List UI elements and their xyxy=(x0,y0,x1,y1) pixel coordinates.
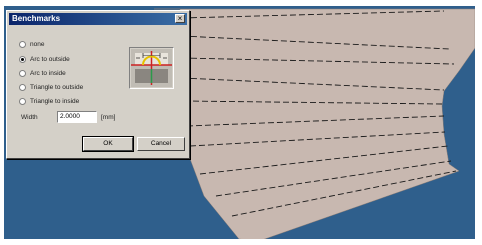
radio-arc-outside[interactable] xyxy=(19,55,26,63)
option-triangle-inside-label: Triangle to inside xyxy=(30,97,80,105)
cancel-button[interactable]: Cancel xyxy=(137,137,185,151)
radio-triangle-inside[interactable] xyxy=(19,97,26,105)
width-field[interactable]: 2.0000 xyxy=(57,111,97,123)
radio-none[interactable] xyxy=(19,40,26,48)
option-arc-outside[interactable]: Arc to outside xyxy=(19,54,70,64)
option-none[interactable]: none xyxy=(19,39,44,49)
dialog-titlebar[interactable]: Benchmarks × xyxy=(9,13,187,25)
option-triangle-inside[interactable]: Triangle to inside xyxy=(19,96,79,106)
width-label: Width xyxy=(21,114,38,121)
benchmarks-dialog: Benchmarks × none Arc to outside Arc to … xyxy=(6,10,190,159)
radio-triangle-outside[interactable] xyxy=(19,83,26,91)
radio-arc-inside[interactable] xyxy=(19,69,26,77)
option-arc-inside-label: Arc to inside xyxy=(30,69,66,77)
benchmark-preview-icon xyxy=(131,49,172,87)
close-button[interactable]: × xyxy=(175,14,185,23)
flat-pattern-part xyxy=(154,8,475,239)
dialog-title: Benchmarks xyxy=(12,14,61,23)
option-arc-outside-label: Arc to outside xyxy=(30,55,70,63)
close-icon: × xyxy=(177,14,183,23)
unit-label: [mm] xyxy=(101,114,116,121)
option-triangle-outside-label: Triangle to outside xyxy=(30,83,84,91)
option-triangle-outside[interactable]: Triangle to outside xyxy=(19,82,83,92)
ok-button[interactable]: OK xyxy=(82,136,134,152)
benchmark-preview xyxy=(129,47,174,89)
option-arc-inside[interactable]: Arc to inside xyxy=(19,68,66,78)
option-none-label: none xyxy=(30,40,45,48)
